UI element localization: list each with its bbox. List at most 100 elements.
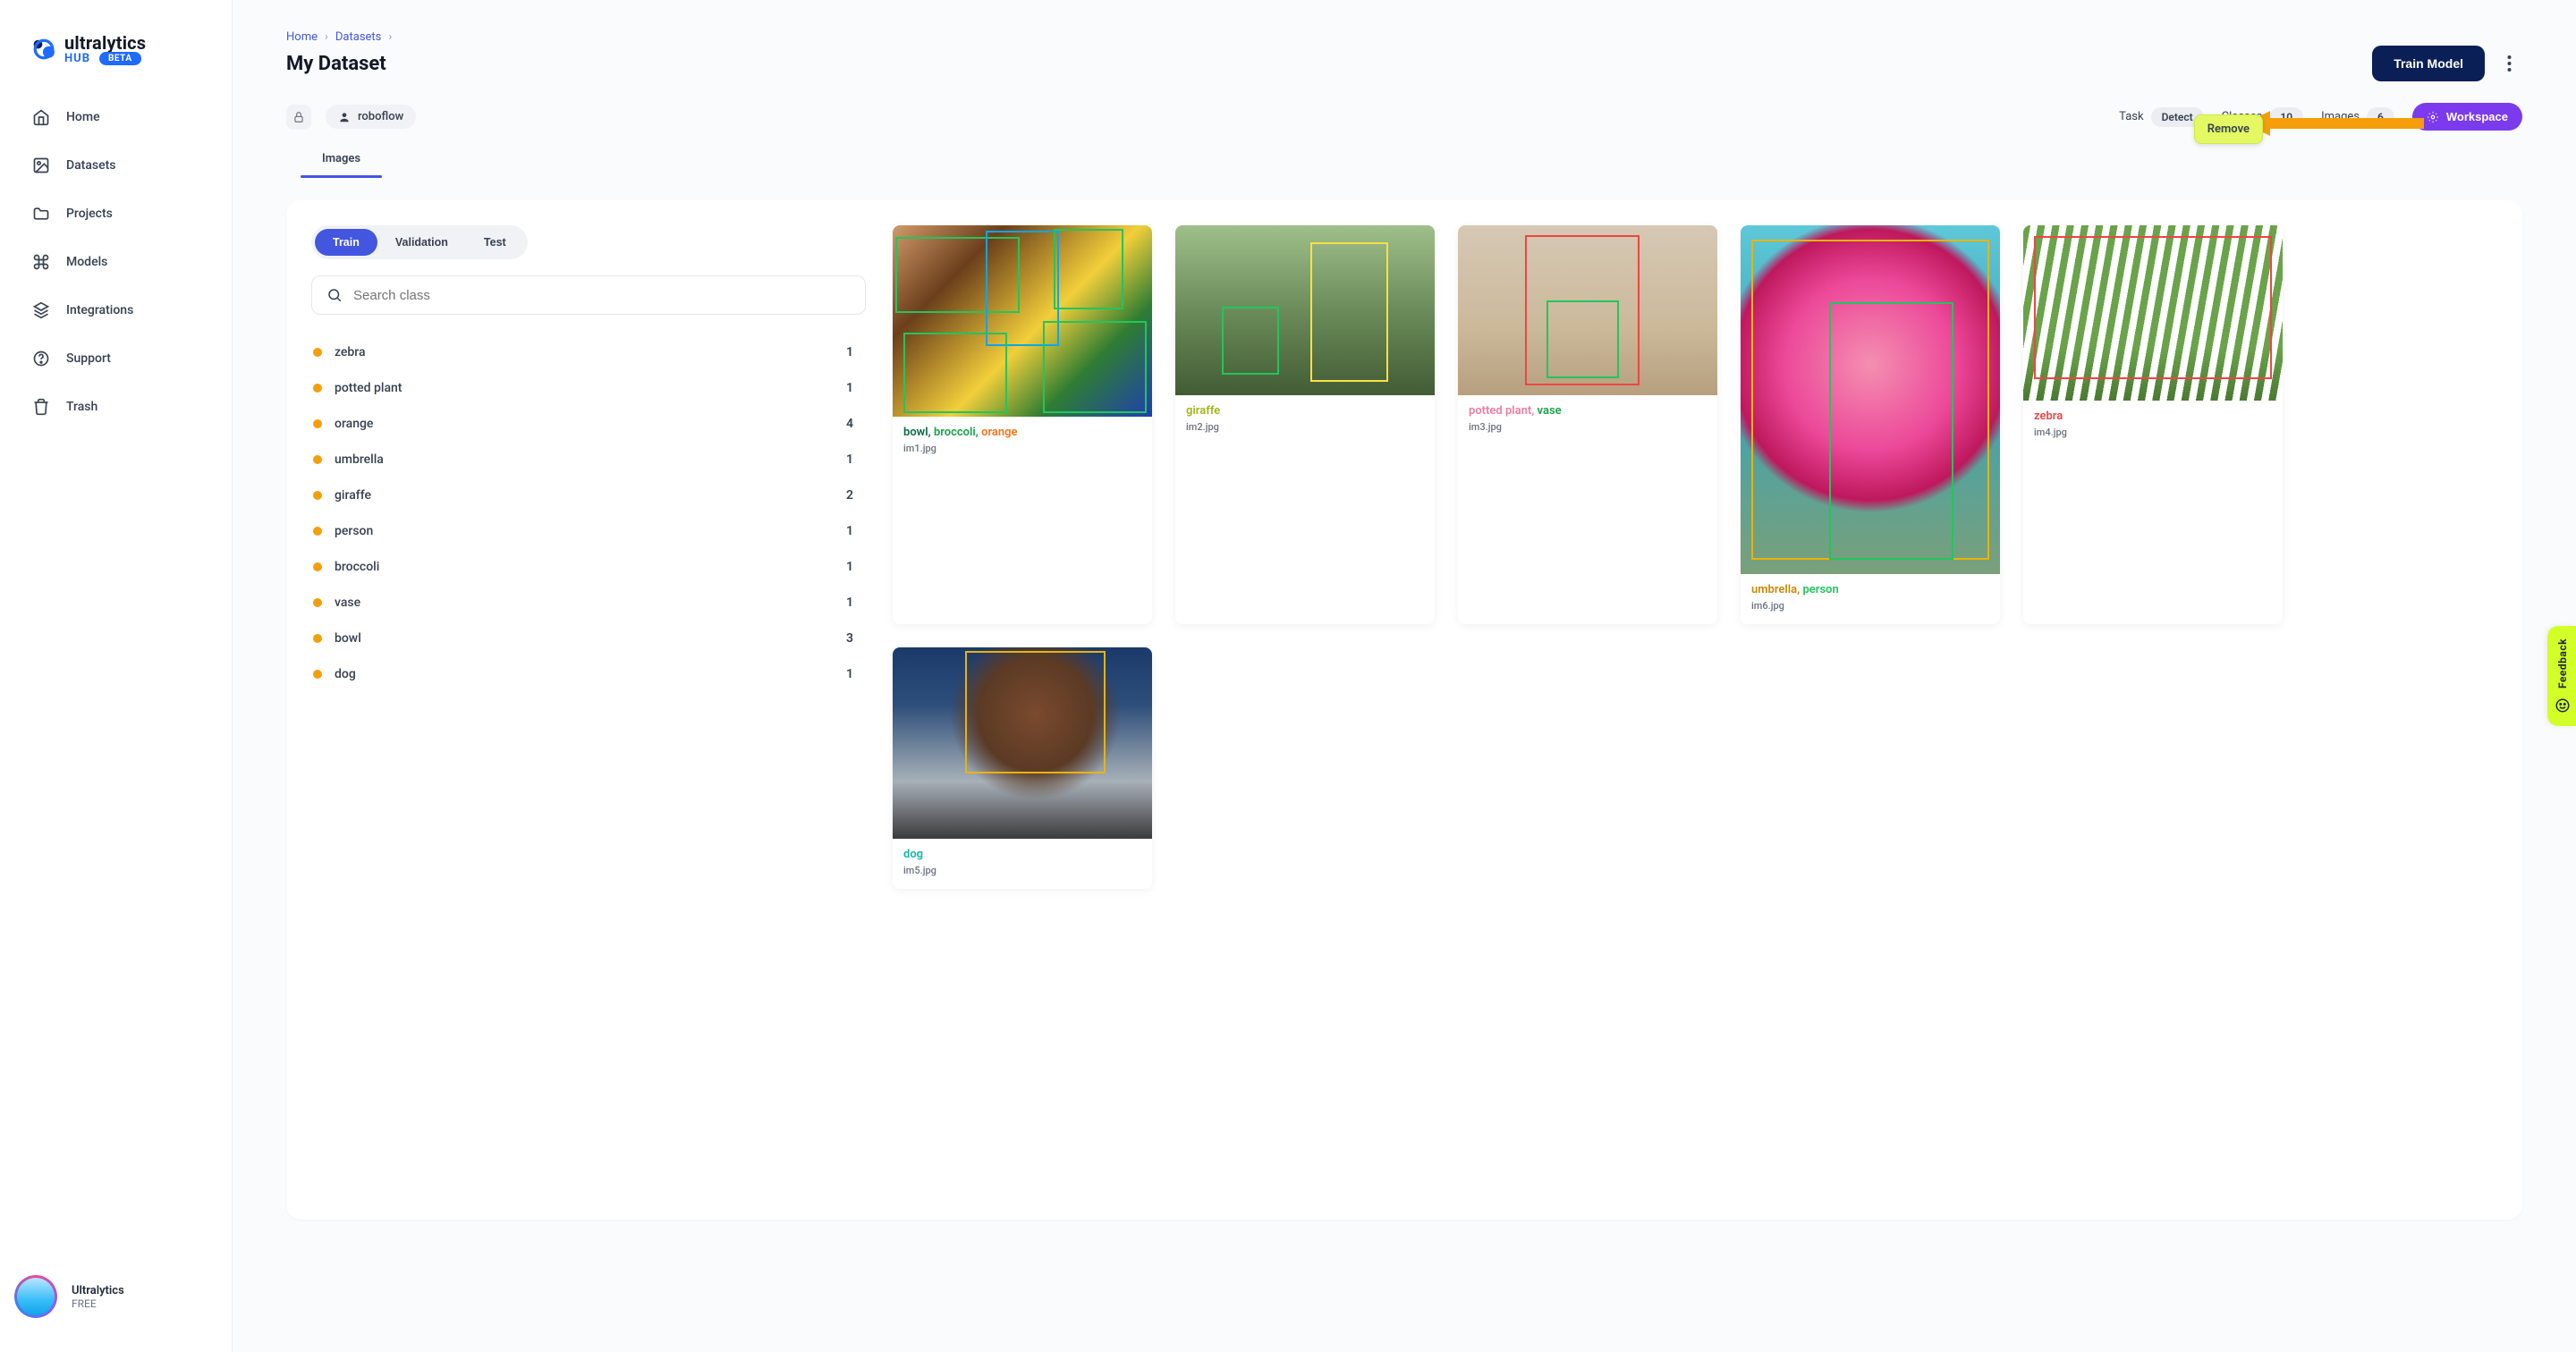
image-thumb[interactable]	[1741, 225, 2000, 574]
image-filename: im4.jpg	[2034, 427, 2272, 438]
breadcrumb: Home › Datasets ›	[286, 30, 2522, 44]
sidebar-item-datasets[interactable]: Datasets	[18, 144, 214, 187]
class-dot-icon	[313, 348, 322, 357]
class-row[interactable]: dog 1	[311, 656, 866, 692]
feedback-tab[interactable]: Feedback	[2547, 626, 2576, 726]
card-body: potted plant, vaseim3.jpg	[1458, 395, 1717, 445]
image-filename: im2.jpg	[1186, 421, 1424, 433]
class-count: 1	[846, 524, 860, 538]
class-name: broccoli	[335, 560, 379, 574]
breadcrumb-datasets[interactable]: Datasets	[335, 30, 382, 44]
class-dot-icon	[313, 634, 322, 643]
page-title: My Dataset	[286, 53, 386, 75]
classes-value: 10	[2269, 107, 2303, 127]
sidebar-nav: Home Datasets Projects Models Integratio…	[0, 96, 232, 428]
image-thumb[interactable]	[1458, 225, 1717, 395]
label-chip: orange	[981, 426, 1017, 439]
image-card[interactable]: zebraim4.jpg	[2023, 225, 2283, 624]
image-card[interactable]: dogim5.jpg	[893, 647, 1152, 889]
command-icon	[32, 253, 50, 271]
more-actions-button[interactable]	[2496, 50, 2522, 77]
class-name: zebra	[335, 345, 366, 359]
split-tab-test[interactable]: Test	[466, 229, 524, 256]
kebab-icon	[2507, 55, 2512, 72]
breadcrumb-home[interactable]: Home	[286, 30, 318, 44]
workspace-button[interactable]: Workspace	[2412, 103, 2522, 131]
class-name: dog	[335, 667, 356, 681]
label-chip: bowl	[903, 426, 928, 439]
class-row[interactable]: orange 4	[311, 406, 866, 442]
sidebar-item-label: Datasets	[66, 158, 115, 173]
class-row[interactable]: bowl 3	[311, 621, 866, 656]
class-dot-icon	[313, 384, 322, 393]
sidebar-item-integrations[interactable]: Integrations	[18, 289, 214, 332]
tab-images[interactable]: Images	[318, 147, 364, 178]
image-thumb[interactable]	[2023, 225, 2283, 401]
remove-tooltip[interactable]: Remove	[2194, 114, 2263, 144]
sidebar-footer[interactable]: Ultralytics FREE	[0, 1275, 232, 1334]
card-body: bowl, broccoli, orangeim1.jpg	[893, 417, 1152, 467]
task-label: Task	[2119, 110, 2143, 123]
dataset-tabs: Images	[286, 147, 2522, 179]
image-thumb[interactable]	[893, 647, 1152, 839]
images-value: 6	[2367, 107, 2394, 127]
sidebar-item-projects[interactable]: Projects	[18, 192, 214, 235]
class-row[interactable]: giraffe 2	[311, 477, 866, 513]
image-filename: im1.jpg	[903, 443, 1141, 454]
sidebar-item-home[interactable]: Home	[18, 96, 214, 139]
image-card[interactable]: umbrella, personim6.jpg	[1741, 225, 2000, 624]
class-count: 1	[846, 596, 860, 610]
smile-icon	[2555, 697, 2571, 714]
breadcrumb-sep: ›	[325, 30, 328, 44]
class-count: 4	[846, 417, 860, 431]
footer-plan: FREE	[72, 1297, 124, 1310]
sidebar-item-label: Projects	[66, 207, 113, 221]
class-name: umbrella	[335, 452, 384, 467]
class-dot-icon	[313, 598, 322, 607]
image-card[interactable]: potted plant, vaseim3.jpg	[1458, 225, 1717, 624]
sidebar-item-support[interactable]: Support	[18, 337, 214, 380]
image-filename: im5.jpg	[903, 865, 1141, 876]
image-card[interactable]: giraffe im2.jpg	[1175, 225, 1435, 624]
sidebar-item-models[interactable]: Models	[18, 241, 214, 283]
avatar	[14, 1275, 57, 1318]
label-chip: potted plant	[1469, 404, 1531, 418]
card-body: dogim5.jpg	[893, 839, 1152, 889]
class-row[interactable]: person 1	[311, 513, 866, 549]
breadcrumb-sep: ›	[388, 30, 392, 44]
class-row[interactable]: potted plant 1	[311, 370, 866, 406]
image-filename: im3.jpg	[1469, 421, 1707, 433]
sidebar-item-label: Models	[66, 255, 107, 269]
sidebar-item-trash[interactable]: Trash	[18, 385, 214, 428]
card-labels: giraffe	[1186, 404, 1424, 418]
class-dot-icon	[313, 455, 322, 464]
train-model-button[interactable]: Train Model	[2372, 46, 2485, 81]
class-search[interactable]	[311, 275, 866, 315]
label-chip: giraffe	[1186, 404, 1220, 418]
split-tab-train[interactable]: Train	[315, 229, 377, 256]
class-name: orange	[335, 417, 373, 431]
label-chip: umbrella	[1751, 583, 1797, 596]
image-filename: im6.jpg	[1751, 600, 1989, 612]
image-thumb[interactable]	[1175, 225, 1435, 395]
task-block: Task Detect	[2119, 107, 2203, 127]
visibility-lock	[286, 105, 311, 130]
thumbnail-image	[893, 225, 1152, 417]
card-body: zebraim4.jpg	[2023, 401, 2283, 451]
image-card[interactable]: bowl, broccoli, orangeim1.jpg	[893, 225, 1152, 624]
left-column: Train Validation Test zebra 1 potted pla…	[311, 225, 866, 1195]
owner-chip[interactable]: roboflow	[326, 105, 416, 129]
thumbnail-image	[1175, 225, 1435, 395]
workspace-label: Workspace	[2446, 110, 2508, 123]
split-tab-validation[interactable]: Validation	[377, 229, 466, 256]
class-row[interactable]: vase 1	[311, 585, 866, 621]
search-icon	[326, 287, 343, 303]
class-row[interactable]: zebra 1	[311, 334, 866, 370]
class-row[interactable]: umbrella 1	[311, 442, 866, 477]
image-thumb[interactable]	[893, 225, 1152, 417]
layers-icon	[32, 301, 50, 319]
label-chip: broccoli	[934, 426, 976, 439]
class-row[interactable]: broccoli 1	[311, 549, 866, 585]
thumbnail-image	[1741, 225, 2000, 574]
search-input[interactable]	[353, 288, 851, 303]
